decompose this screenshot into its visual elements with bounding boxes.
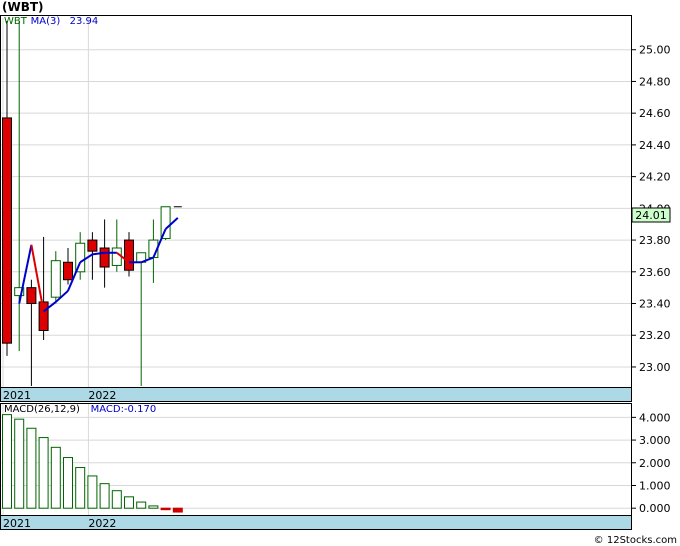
candle-body [111,247,122,266]
price-tick-label: 23.00 [639,361,671,374]
chart-title: (WBT) [2,0,44,14]
macd-bar [50,446,61,509]
price-tick-label: 25.00 [639,44,671,57]
macd-bar [63,457,73,509]
price-tick-label: 23.80 [639,234,671,247]
macd-bar [26,427,37,509]
price-x-label: 2022 [88,389,116,402]
macd-x-label: 2021 [3,517,31,530]
macd-tick-label: 3.000 [639,434,671,447]
price-tick-label: 23.60 [639,266,671,279]
macd-legend-item: MACD:-0.170 [91,404,157,415]
candle-body [50,260,61,298]
macd-tick-label: 0.000 [639,502,671,515]
candle-body [63,261,73,281]
price-legend: WBT MA(3) 23.94 [4,16,98,27]
price-tick-label: 23.20 [639,329,671,342]
macd-bar [124,496,134,509]
macd-bar [2,414,12,509]
macd-bar [160,507,171,511]
price-tick-label: 24.60 [639,107,671,120]
price-legend-item: WBT [4,16,28,27]
macd-bar [75,467,86,509]
price-tick-label: 24.80 [639,75,671,88]
macd-bar [87,475,98,509]
candle-body [160,206,171,239]
price-tick-label: 24.20 [639,171,671,184]
macd-bar [38,437,49,509]
price-legend-item: 23.94 [70,16,99,27]
candle-body [87,239,98,252]
price-x-label: 2021 [3,389,31,402]
macd-bar [136,501,147,509]
price-tick-label: 23.40 [639,298,671,311]
macd-legend-item: MACD(26,12,9) [4,404,80,415]
macd-tick-label: 1.000 [639,479,671,492]
candle-body [26,287,37,305]
macd-tick-label: 4.000 [639,411,671,424]
copyright-footer: © 12Stocks.com [594,535,677,546]
macd-tick-label: 2.000 [639,457,671,470]
stock-chart: 20212022 23.0023.2023.4023.6023.8024.002… [0,0,677,546]
macd-bar [111,490,122,509]
candle-body [99,247,110,268]
macd-bar [99,483,110,509]
last-price-label: 24.01 [635,209,667,222]
macd-x-label: 2022 [88,517,116,530]
candle-body [2,117,12,344]
candle-body [124,239,134,271]
macd-bar [148,505,159,509]
price-legend-item: MA(3) [31,16,61,27]
price-tick-label: 24.40 [639,139,671,152]
macd-bar [172,507,183,513]
macd-panel [0,403,632,530]
macd-y-axis: 0.000 1.000 2.000 3.000 4.000 [631,411,671,515]
macd-bar [14,418,25,509]
